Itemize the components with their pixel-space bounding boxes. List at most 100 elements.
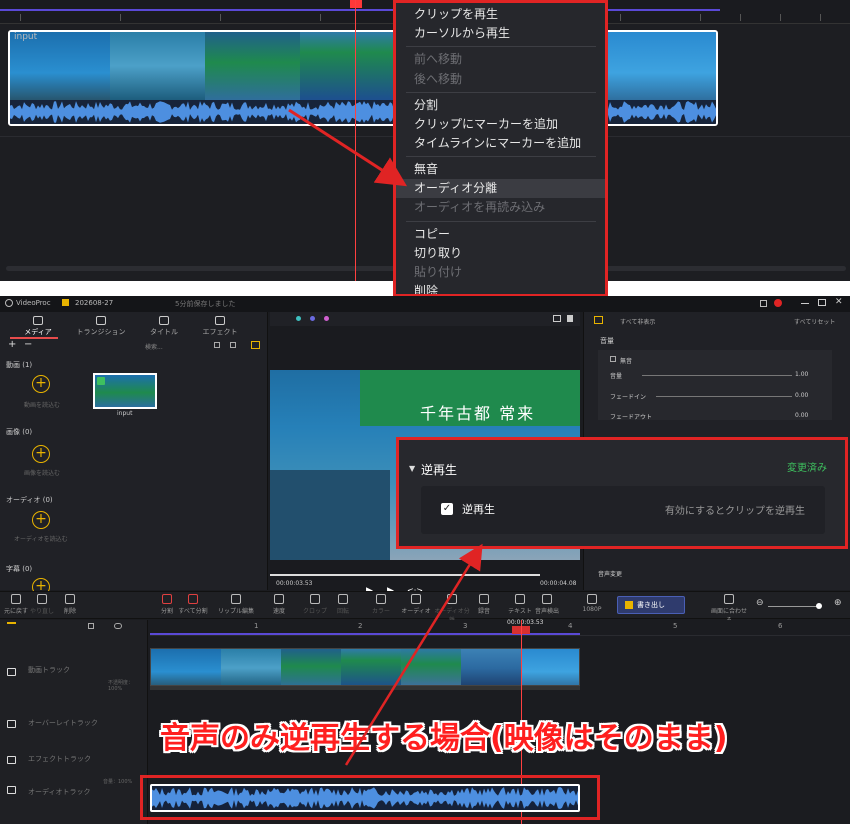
resolution-button[interactable]: 1080P: [572, 594, 612, 613]
tab-titles[interactable]: タイトル: [134, 316, 194, 337]
ruler-tick: [780, 14, 781, 21]
save-icon[interactable]: [62, 299, 69, 306]
section-subtitle[interactable]: 字幕 (0): [6, 564, 32, 574]
clip-thumbnail: [521, 649, 579, 685]
microphone-icon: [479, 594, 489, 604]
volume-section-title[interactable]: 音量: [600, 336, 614, 346]
add-video-icon[interactable]: +: [32, 375, 50, 393]
export-button[interactable]: 書き出し: [617, 596, 685, 614]
menu-move-backward[interactable]: 後へ移動: [396, 70, 605, 89]
zoom-slider[interactable]: [768, 606, 820, 607]
collapse-icon[interactable]: ▼: [409, 464, 415, 473]
search-input[interactable]: 検索...: [145, 342, 163, 351]
delete-button[interactable]: 削除: [50, 594, 90, 615]
remove-media-button[interactable]: −: [24, 339, 32, 350]
mute-checkbox[interactable]: [610, 356, 616, 362]
split-all-button[interactable]: すべて分割: [173, 594, 213, 615]
progress-bar[interactable]: [270, 574, 540, 576]
menu-copy[interactable]: コピー: [396, 225, 605, 244]
playhead-handle[interactable]: [350, 0, 362, 8]
pitch-section-title[interactable]: 音声変更: [598, 569, 622, 578]
minimize-icon[interactable]: [801, 303, 809, 304]
volume-slider[interactable]: [642, 375, 792, 376]
volume-icon[interactable]: [567, 315, 573, 322]
reset-all-button[interactable]: すべてリセット: [794, 317, 835, 326]
fade-in-label: フェードイン: [610, 394, 647, 401]
color-dot[interactable]: [324, 316, 329, 321]
add-track-icon[interactable]: [7, 622, 16, 628]
ruler-range-bar: [0, 9, 720, 11]
record-button[interactable]: 録音: [464, 594, 504, 615]
menu-detach-audio[interactable]: オーディオ分離: [396, 179, 605, 198]
timeline-video-clip[interactable]: [150, 648, 580, 686]
zoom-out-icon[interactable]: ⊖: [756, 598, 764, 608]
snapshot-icon[interactable]: [553, 315, 561, 322]
clip-thumbnail: [205, 32, 300, 100]
video-clip-bar: [150, 686, 580, 690]
maximize-icon[interactable]: [818, 299, 826, 306]
opacity-tag: 不透明度：100%: [108, 680, 134, 692]
reverse-checkbox-label[interactable]: 逆再生: [462, 501, 495, 517]
zoom-slider-handle[interactable]: [816, 603, 822, 609]
panel-toggle-icon[interactable]: [594, 316, 603, 324]
clip-thumbnail: [595, 32, 716, 100]
fade-in-slider[interactable]: [656, 396, 792, 397]
ripple-edit-button[interactable]: リップル編集: [216, 594, 256, 615]
video-clip[interactable]: input: [8, 30, 718, 126]
menu-reload-audio[interactable]: オーディオを再読み込み: [396, 198, 605, 217]
reverse-section-title[interactable]: 逆再生: [421, 461, 457, 478]
video-import-hint: 動画を読込む: [24, 402, 61, 409]
menu-play-clip[interactable]: クリップを再生: [396, 5, 605, 24]
section-image[interactable]: 画像 (0): [6, 427, 32, 437]
voice-detect-button[interactable]: 音声検出: [527, 594, 567, 615]
zoom-in-icon[interactable]: ⊕: [834, 598, 842, 608]
menu-add-clip-marker[interactable]: クリップにマーカーを追加: [396, 115, 605, 134]
tab-transitions[interactable]: トランジション: [71, 316, 131, 337]
color-dot[interactable]: [296, 316, 301, 321]
menu-move-forward[interactable]: 前へ移動: [396, 50, 605, 69]
add-media-button[interactable]: +: [8, 339, 16, 350]
section-video[interactable]: 動画 (1): [6, 360, 32, 370]
speed-button[interactable]: 速度: [259, 594, 299, 615]
panel-toggle-icon[interactable]: [251, 341, 260, 349]
hide-all-button[interactable]: すべて非表示: [620, 317, 655, 326]
trash-icon: [65, 594, 75, 604]
tab-media[interactable]: メディア: [8, 316, 68, 337]
media-thumbnail[interactable]: [93, 373, 157, 409]
add-image-icon[interactable]: +: [32, 445, 50, 463]
fade-in-value[interactable]: 0.00: [795, 392, 808, 399]
menu-cut[interactable]: 切り取り: [396, 244, 605, 263]
lock-icon[interactable]: [88, 623, 94, 629]
grid-view-icon[interactable]: [214, 342, 220, 348]
volume-label: 音量: [610, 373, 623, 380]
close-icon[interactable]: ✕: [835, 297, 843, 307]
lock-icon[interactable]: [760, 300, 767, 307]
preview-toolbar: [270, 312, 580, 326]
reverse-settings: ✓ 逆再生 有効にするとクリップを逆再生: [421, 486, 825, 534]
color-button[interactable]: カラー: [361, 594, 401, 615]
menu-add-timeline-marker[interactable]: タイムラインにマーカーを追加: [396, 134, 605, 153]
media-item-name: input: [117, 410, 133, 417]
current-time: 00:00:03.53: [276, 580, 313, 587]
clip-thumbnail: [461, 649, 521, 685]
menu-play-from-cursor[interactable]: カーソルから再生: [396, 24, 605, 43]
volume-value[interactable]: 1.00: [795, 371, 808, 378]
app-name[interactable]: VideoProc: [16, 299, 51, 307]
menu-paste[interactable]: 貼り付け: [396, 263, 605, 282]
timeline-ruler[interactable]: 1 2 3 4 5 6: [150, 620, 850, 636]
sort-icon[interactable]: [230, 342, 236, 348]
section-audio[interactable]: オーディオ (0): [6, 495, 53, 505]
audio-icon: [411, 594, 421, 604]
menu-split[interactable]: 分割: [396, 96, 605, 115]
tab-effects[interactable]: エフェクト: [190, 316, 250, 337]
menu-mute[interactable]: 無音: [396, 160, 605, 179]
menu-delete[interactable]: 削除: [396, 282, 605, 294]
magnet-icon[interactable]: [114, 623, 122, 629]
fade-out-value[interactable]: 0.00: [795, 412, 808, 419]
reverse-checkbox[interactable]: ✓: [441, 503, 453, 515]
add-audio-icon[interactable]: +: [32, 511, 50, 529]
notification-icon[interactable]: [774, 299, 782, 307]
audio-button[interactable]: オーディオ: [396, 594, 436, 615]
rotate-button[interactable]: 回転: [323, 594, 363, 615]
color-dot[interactable]: [310, 316, 315, 321]
